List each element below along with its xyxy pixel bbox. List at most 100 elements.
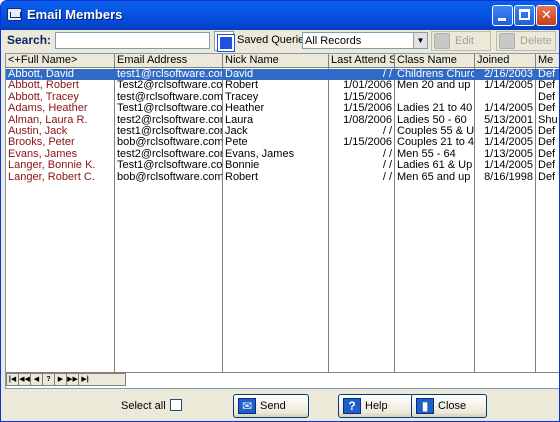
cell-me: Def [538,91,556,103]
header-joined[interactable]: Joined [475,54,536,68]
cell-nick: Tracey [225,91,259,103]
minimize-icon [498,18,506,21]
cell-joined: 1/14/2005 [484,103,533,115]
cell-me: Shu [538,114,558,126]
cell-me: Def [538,137,556,149]
cell-me: Def [538,160,556,172]
delete-button[interactable]: Delete [496,31,556,51]
members-grid[interactable]: <+Full Name> Email Address Nick Name Las… [5,53,559,389]
cell-nick: Robert [225,80,259,92]
edit-label: Edit [455,35,474,47]
cell-nick: Robert [225,171,259,183]
toolbar: Search: Saved Queries: All Records ▼ Edi… [1,30,559,52]
maximize-button[interactable] [514,5,535,26]
cell-joined: 1/14/2005 [484,80,533,92]
cell-attend: 1/15/2006 [343,103,392,115]
cell-class: Childrens Church [397,69,474,80]
cell-email: bob@rclsoftware.com [117,137,222,149]
cell-joined: 1/14/2005 [484,137,533,149]
table-row[interactable]: Abbott, David test1@rclsoftware.com David /… [6,69,559,81]
cell-name: Brooks, Peter [8,137,75,149]
maximize-icon [519,9,530,20]
cell-attend: 1/15/2006 [343,91,392,103]
header-me[interactable]: Me [536,54,559,68]
cell-me: Def [538,69,556,80]
cell-attend: / / [382,126,392,137]
edit-button[interactable]: Edit [431,31,491,51]
saved-query-value: All Records [305,35,362,47]
search-label: Search: [7,33,52,47]
cell-class: Ladies 61 & Up [397,160,473,172]
cell-joined: 1/14/2005 [484,160,533,172]
cell-joined: 8/16/1998 [484,171,533,183]
next-page-button[interactable]: ▶▶ [67,374,79,385]
header-nick-name[interactable]: Nick Name [223,54,329,68]
cell-name: Langer, Bonnie K. [8,160,96,172]
cell-attend: / / [382,148,392,160]
cell-attend: 1/15/2006 [343,137,392,149]
help-button[interactable]: ? Help [338,394,414,418]
table-row[interactable]: Adams, Heather Test1@rclsoftware.com Heath… [6,103,559,115]
cell-name: Adams, Heather [8,103,88,115]
header-email[interactable]: Email Address [115,54,223,68]
cell-nick: Evans, James [225,148,295,160]
cell-nick: Pete [225,137,248,149]
footer-bar: Select all ✉ Send ? Help ▮ Close [1,390,559,421]
select-all-label: Select all [121,400,166,412]
cell-email: test2@rclsoftware.com [117,148,222,160]
header-last-attend[interactable]: Last Attend SS [329,54,395,68]
close-button[interactable]: ▮ Close [411,394,487,418]
cell-class: Ladies 50 - 60 [397,114,467,126]
cell-me: Def [538,148,556,160]
header-class-name[interactable]: Class Name [395,54,475,68]
table-row[interactable]: Evans, James test2@rclsoftware.com Evans, … [6,148,559,160]
close-window-button[interactable]: ✕ [536,5,557,26]
chevron-down-icon[interactable]: ▼ [413,33,427,48]
cell-class: Men 55 - 64 [397,148,456,160]
help-label: Help [365,400,388,412]
cell-name: Alman, Laura R. [8,114,88,126]
table-row[interactable]: Langer, Bonnie K. Test1@rclsoftware.com Bo… [6,160,559,172]
cell-class: Couples 21 to 40 [397,137,474,149]
cell-nick: Heather [225,103,265,115]
title-bar[interactable]: Email Members ✕ [1,1,559,30]
search-go-button[interactable] [214,31,235,52]
minimize-button[interactable] [492,5,513,26]
header-full-name[interactable]: <+Full Name> [6,54,115,68]
cell-name: Abbott, Tracey [8,91,79,103]
cell-name: Evans, James [8,148,78,160]
next-record-button[interactable]: ▶ [55,374,67,385]
table-row[interactable]: Abbott, Tracey test@rclsoftware.com Tracey… [6,91,559,103]
door-icon: ▮ [416,398,434,414]
table-row[interactable]: Langer, Robert C. bob@rclsoftware.com Robe… [6,171,559,183]
saved-queries-select[interactable]: All Records ▼ [302,32,428,49]
cell-joined: 1/14/2005 [484,126,533,137]
select-all-checkbox[interactable] [170,399,182,411]
cell-email: Test1@rclsoftware.com [117,103,222,115]
search-input[interactable] [55,32,210,49]
table-row[interactable]: Alman, Laura R. test2@rclsoftware.com Laur… [6,114,559,126]
close-label: Close [438,400,467,412]
cell-email: test1@rclsoftware.com [117,126,222,137]
first-record-button[interactable]: |◀ [7,374,19,385]
table-row[interactable]: Brooks, Peter bob@rclsoftware.com Pete 1/15… [6,137,559,149]
send-mail-icon: ✉ [238,398,256,414]
table-row[interactable]: Abbott, Robert Test2@rclsoftware.com Rober… [6,80,559,92]
previous-record-button[interactable]: ◀ [31,374,43,385]
cell-name: Austin, Jack [8,126,68,137]
close-icon: ✕ [541,7,552,22]
cell-name: Langer, Robert C. [8,171,95,183]
nav-help-button[interactable]: ? [43,374,55,385]
cell-class [395,92,474,103]
cell-nick: Bonnie [225,160,260,172]
table-row[interactable]: Austin, Jack test1@rclsoftware.com Jack / /… [6,126,559,137]
cell-name: Abbott, David [8,69,75,80]
cell-class: Ladies 21 to 40 [397,103,473,115]
send-button[interactable]: ✉ Send [233,394,309,418]
previous-page-button[interactable]: ◀◀ [19,374,31,385]
delete-icon [499,33,515,49]
last-record-button[interactable]: ▶| [79,374,91,385]
delete-label: Delete [520,35,552,47]
cell-name: Abbott, Robert [8,80,79,92]
cell-me: Def [538,103,556,115]
